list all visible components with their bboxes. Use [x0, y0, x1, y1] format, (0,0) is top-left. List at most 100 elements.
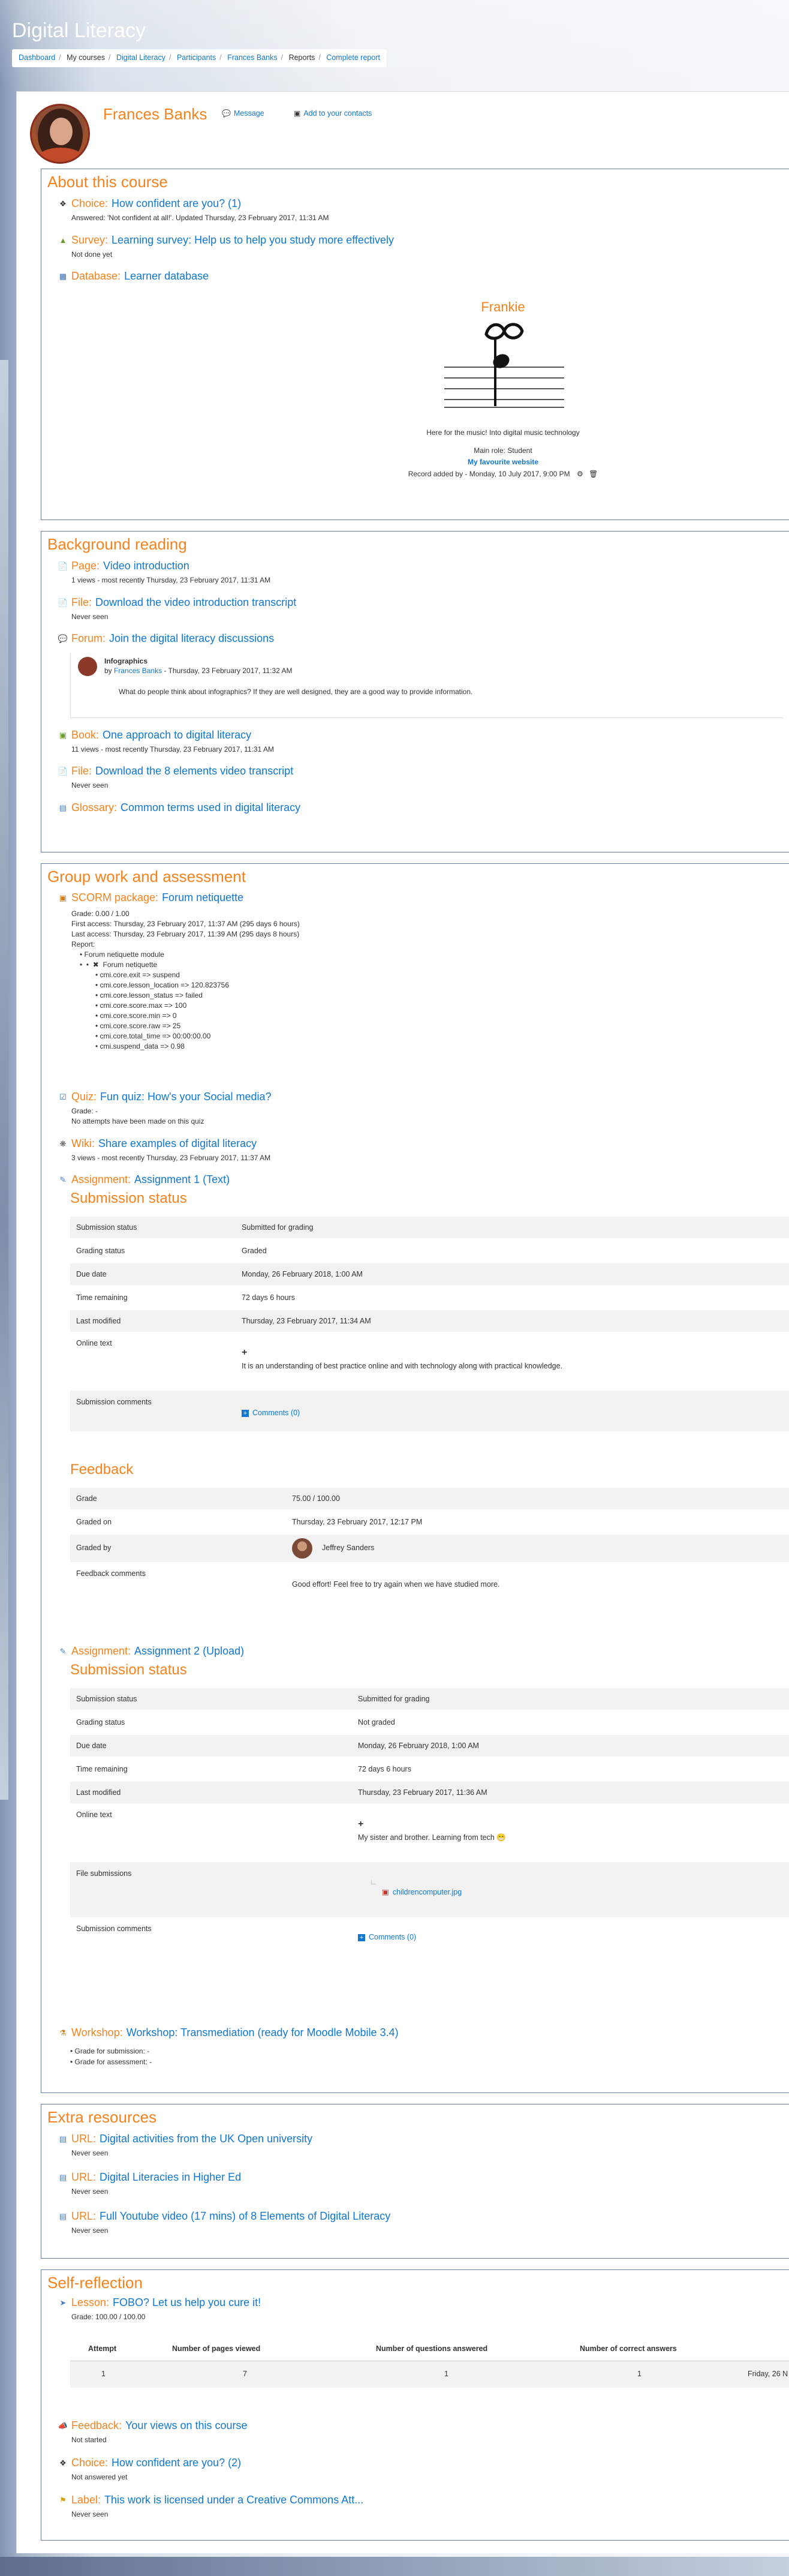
activity-link[interactable]: This work is licensed under a Creative C… [104, 2494, 363, 2506]
section-about: About this course ❖ Choice: How confiden… [41, 169, 789, 520]
table-header: Attempt Number of pages viewed Number of… [70, 2337, 789, 2361]
record-website-link[interactable]: My favourite website [377, 458, 629, 466]
activity-meta: Not started [71, 2436, 107, 2444]
comments-link[interactable]: + Comments (0) [242, 1409, 300, 1417]
avatar[interactable] [78, 657, 97, 676]
chat-icon: 💬 [222, 109, 231, 118]
expand-icon[interactable]: + [242, 1347, 247, 1358]
activity-meta: Grade: - [71, 1107, 98, 1115]
activity-link[interactable]: How confident are you? (1) [112, 197, 241, 210]
assignment-1-status-table: Submission status Submitted for grading G… [70, 1217, 789, 1445]
close-icon: ✖ [92, 960, 99, 969]
record-role: Main role: Student [474, 446, 532, 455]
url-icon: ▤ [59, 2172, 67, 2182]
gear-icon[interactable]: ⚙ [577, 470, 583, 478]
breadcrumb-user[interactable]: Frances Banks [227, 53, 277, 62]
breadcrumb-complete-report[interactable]: Complete report [326, 53, 380, 62]
comments-link[interactable]: + Comments (0) [358, 1933, 416, 1941]
activity-type: Label: [71, 2494, 101, 2506]
activity-meta: 1 views - most recently Thursday, 23 Feb… [71, 576, 271, 584]
activity-type: File: [71, 596, 92, 608]
activity-link[interactable]: Forum netiquette [162, 891, 243, 904]
scorm-item: • cmi.core.score.min => 0 [95, 1011, 177, 1020]
activity-link[interactable]: Fun quiz: How's your Social media? [100, 1091, 272, 1103]
activity-type: Glossary: [71, 801, 118, 813]
section-background: Background reading 📄 Page: Video introdu… [41, 531, 789, 852]
activity-link[interactable]: One approach to digital literacy [103, 729, 251, 741]
add-contact-link[interactable]: ▣ Add to your contacts [294, 109, 372, 118]
plus-icon: + [358, 1934, 365, 1941]
scorm-module-label: Forum netiquette module [84, 950, 164, 959]
activity-choice-1: ❖ Choice: How confident are you? (1) Ans… [58, 197, 329, 222]
activity-link[interactable]: Your views on this course [125, 2419, 247, 2432]
submission-status-heading: Submission status [70, 1662, 187, 1678]
activity-scorm: ▣ SCORM package: Forum netiquette [58, 891, 243, 904]
emoji-icon: 😁 [496, 1833, 506, 1842]
workshop-grades: • Grade for submission: - • Grade for as… [70, 2046, 152, 2067]
table-row: Submission status Submitted for grading [70, 1217, 789, 1238]
activity-link[interactable]: Full Youtube video (17 mins) of 8 Elemen… [100, 2210, 390, 2223]
activity-link[interactable]: Download the 8 elements video transcript [95, 765, 293, 777]
section-heading: Self-reflection [47, 2274, 143, 2292]
add-contact-label: Add to your contacts [303, 109, 372, 118]
avatar[interactable] [292, 1538, 312, 1559]
activity-link[interactable]: Video introduction [103, 560, 189, 572]
glossary-icon: ▤ [59, 803, 67, 812]
expand-icon[interactable]: + [358, 1819, 363, 1830]
activity-file-2: 📄 File: Download the 8 elements video tr… [58, 765, 293, 789]
record-added: Record added by - Monday, 10 July 2017, … [377, 470, 629, 478]
breadcrumb-course[interactable]: Digital Literacy [116, 53, 165, 62]
page-footer-bar [0, 2557, 789, 2576]
activity-type: Book: [71, 729, 100, 741]
activity-link[interactable]: How confident are you? (2) [112, 2457, 241, 2469]
quiz-icon: ☑ [59, 1092, 67, 1101]
main-content: Frances Banks 💬 Message ▣ Add to your co… [16, 91, 789, 2553]
activity-meta: Never seen [71, 781, 109, 789]
scorm-item: • cmi.core.score.max => 100 [95, 1001, 187, 1010]
activity-meta: Grade: 100.00 / 100.00 [71, 2313, 146, 2321]
activity-link[interactable]: Digital Literacies in Higher Ed [100, 2171, 241, 2184]
activity-type: SCORM package: [71, 891, 159, 903]
activity-type: Survey: [71, 234, 109, 246]
trash-icon[interactable]: 🗑 [589, 470, 598, 478]
post-author-link[interactable]: Frances Banks [114, 666, 162, 675]
activity-type: Forum: [71, 632, 106, 644]
activity-link[interactable]: Download the video introduction transcri… [95, 596, 296, 609]
site-title: Digital Literacy [12, 19, 146, 42]
activity-link[interactable]: Learner database [124, 270, 209, 283]
activity-link[interactable]: Learning survey: Help us to help you stu… [112, 234, 394, 247]
activity-link[interactable]: Join the digital literacy discussions [109, 632, 274, 645]
music-note-image [444, 323, 564, 408]
profile-name: Frances Banks [103, 105, 207, 123]
activity-link[interactable]: Common terms used in digital literacy [121, 801, 300, 814]
activity-wiki: ❋ Wiki: Share examples of digital litera… [58, 1137, 271, 1162]
message-link[interactable]: 💬 Message [222, 109, 264, 118]
activity-type: Assignment: [71, 1173, 131, 1185]
user-profile-header: Frances Banks 💬 Message ▣ Add to your co… [24, 98, 779, 164]
breadcrumb-reports: Reports [288, 53, 315, 62]
breadcrumb-participants[interactable]: Participants [177, 53, 216, 62]
message-label: Message [233, 109, 264, 118]
activity-type: Workshop: [71, 2026, 123, 2038]
scorm-items: • cmi.core.exit => suspend • cmi.core.le… [95, 970, 300, 1052]
activity-file-1: 📄 File: Download the video introduction … [58, 596, 296, 621]
activity-link[interactable]: FOBO? Let us help you cure it! [113, 2296, 261, 2309]
breadcrumb-dashboard[interactable]: Dashboard [19, 53, 55, 62]
activity-link[interactable]: Assignment 1 (Text) [134, 1173, 230, 1186]
activity-type: URL: [71, 2210, 97, 2222]
avatar[interactable] [30, 104, 90, 164]
scorm-module: • Forum netiquette module [80, 950, 164, 959]
activity-meta: No attempts have been made on this quiz [71, 1117, 204, 1125]
activity-link[interactable]: Share examples of digital literacy [98, 1137, 257, 1150]
activity-type: Wiki: [71, 1137, 95, 1149]
file-submission[interactable]: ▣ childrencomputer.jpg [382, 1887, 462, 1896]
lesson-attempts-table: Attempt Number of pages viewed Number of… [70, 2337, 789, 2402]
activity-link[interactable]: Assignment 2 (Upload) [134, 1645, 244, 1658]
online-text: My sister and brother. Learning from tec… [358, 1833, 506, 1842]
activity-link[interactable]: Workshop: Transmediation (ready for Mood… [127, 2026, 399, 2039]
table-row: Online text + It is an understanding of … [76, 1339, 563, 1370]
activity-assignment-1: ✎ Assignment: Assignment 1 (Text) [58, 1173, 230, 1186]
activity-type: Feedback: [71, 2419, 122, 2431]
scorm-report: Grade: 0.00 / 1.00 First access: Thursda… [71, 909, 300, 1052]
activity-link[interactable]: Digital activities from the UK Open univ… [100, 2133, 312, 2145]
